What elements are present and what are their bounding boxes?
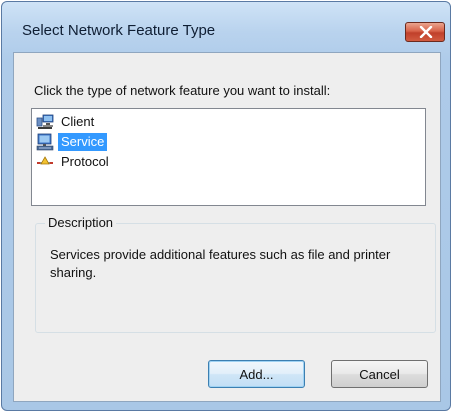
close-icon <box>419 26 433 38</box>
title-bar[interactable]: Select Network Feature Type <box>2 2 450 42</box>
list-item-service[interactable]: Service <box>36 132 108 152</box>
service-network-icon <box>36 133 54 151</box>
dialog-window: Select Network Feature Type Click the ty… <box>1 1 451 411</box>
add-button[interactable]: Add... <box>208 360 305 388</box>
list-item-protocol[interactable]: Protocol <box>36 152 112 172</box>
cancel-button[interactable]: Cancel <box>331 360 428 388</box>
list-item-label: Protocol <box>61 154 109 169</box>
list-item-label: Client <box>61 114 95 129</box>
protocol-network-icon <box>36 153 54 171</box>
dialog-client-area: Click the type of network feature you wa… <box>13 52 441 402</box>
window-title: Select Network Feature Type <box>22 22 216 39</box>
instruction-text: Click the type of network feature you wa… <box>34 83 331 98</box>
description-legend: Description <box>45 215 117 230</box>
list-item-label: Service <box>58 133 108 151</box>
list-item-client[interactable]: Client <box>36 112 97 132</box>
feature-type-listbox[interactable]: Client Service Protocol <box>31 108 426 206</box>
description-group: Description Services provide additional … <box>35 215 436 333</box>
description-text: Services provide additional features suc… <box>50 247 391 280</box>
close-button[interactable] <box>405 22 445 42</box>
client-network-icon <box>36 113 54 131</box>
